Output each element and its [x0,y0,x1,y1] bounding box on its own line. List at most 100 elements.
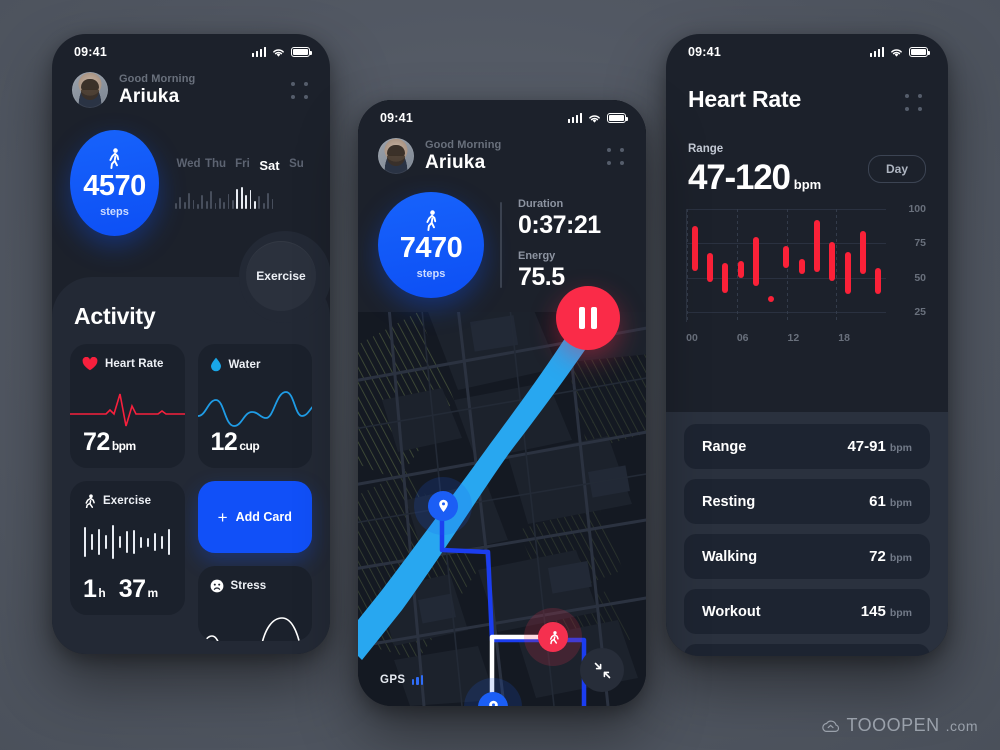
map-marker-start[interactable] [428,491,458,521]
list-item-value: 145 bpm [860,603,912,620]
grid-dots-icon[interactable] [905,94,922,111]
status-bar: 09:41 [666,34,948,64]
greeting-header: Good Morning Ariuka [52,64,330,108]
list-item-unit: bpm [889,442,912,454]
avatar[interactable] [378,138,414,174]
signal-strength-icon [411,675,423,685]
collapse-button[interactable] [580,648,624,692]
weekday-bar [267,192,269,209]
weekday-chart[interactable]: Wed Thu Fri Sat Su [159,158,310,209]
greeting-header: Good Morning Ariuka [358,130,646,174]
list-item-label: Workout [702,603,761,620]
divider [500,202,502,288]
heart-rate-chart[interactable]: 25 50 75 100 00 06 12 18 [686,203,926,344]
exercise-bar [91,534,93,550]
weekday-bar [210,190,212,209]
chart-bar [691,225,698,271]
chart-bar [859,231,866,274]
wifi-icon [273,48,284,57]
heart-icon [82,357,98,371]
map-header: 09:41 Good Morning Ariuka 7470 steps Dur… [358,100,646,312]
chart-bar [798,258,805,274]
walking-person-icon [106,148,123,169]
period-day-button[interactable]: Day [867,155,926,183]
signal-icon [567,113,582,123]
steps-ring[interactable]: 4570 steps [70,130,159,236]
battery-icon [909,47,930,57]
user-name: Ariuka [119,85,180,107]
card-heart-rate[interactable]: Heart Rate 72 bpm [70,344,185,468]
pause-icon [579,307,585,329]
grid-dots-icon[interactable] [607,147,624,165]
chart-y-tick: 50 [914,271,926,284]
watermark-suffix: .com [945,717,978,734]
list-item[interactable]: Workout 145 bpm [684,589,930,634]
wave-line [198,384,313,432]
exercise-button[interactable]: Exercise [246,241,316,311]
list-item[interactable]: Range 47-91 bpm [684,424,930,469]
chart-x-tick: 18 [838,332,850,344]
exercise-bar [126,531,128,553]
card-stress[interactable]: Stress [197,566,312,641]
page-title: Heart Rate [688,86,802,112]
card-unit: h [98,586,106,600]
exercise-bar [112,525,114,559]
status-time: 09:41 [688,45,721,59]
walking-person-icon [423,210,440,231]
collapse-arrows-icon [594,662,610,678]
avatar[interactable] [72,72,108,108]
list-item-unit: bpm [889,497,912,509]
list-item[interactable]: Sleep47-73bpm [684,644,930,656]
card-number: 12 [210,428,238,456]
range-number: 47-120 [688,158,791,197]
bar-lines [82,520,173,564]
weekday-bar [183,201,186,209]
list-item[interactable]: Walking 72 bpm [684,534,930,579]
weekday-bar [223,201,226,209]
location-pin-icon [488,700,498,706]
list-item-label: Resting [702,493,756,510]
user-name: Ariuka [425,151,486,173]
card-exercise[interactable]: Exercise 1h 37 m [70,481,185,615]
signal-icon [869,47,884,57]
list-item-unit: bpm [889,552,912,564]
exercise-bar [105,535,107,549]
weekday-bar [196,203,199,209]
status-bar: 09:41 [358,100,646,130]
plus-icon: + [217,507,228,527]
card-water[interactable]: Water 12 cup [197,344,313,468]
list-item[interactable]: Resting 61 bpm [684,479,930,524]
weekday-bar [258,195,261,209]
chart-bar [829,242,836,281]
chart-y-tick: 25 [914,306,926,319]
pause-button[interactable] [556,286,620,350]
grid-dots-icon[interactable] [291,81,308,99]
exercise-bar [84,527,86,557]
status-icons [869,47,930,58]
chart-bar [706,253,713,283]
running-person-icon [549,630,559,644]
weekday-thu: Thu [204,157,227,170]
workout-stats: Duration 0:37:21 Energy 75.5 [518,198,601,292]
weekday-bar [240,186,243,209]
weekday-bar [218,197,221,209]
range-unit: bpm [793,177,822,192]
card-number-2: 37 [118,575,146,603]
chart-bar [752,236,759,287]
weekday-bar [245,194,248,209]
exercise-bar [154,533,156,551]
list-item-value: 47-91 bpm [847,438,912,455]
chart-bar [875,268,882,295]
map-marker-runner[interactable] [538,622,568,652]
exercise-bar [133,530,135,554]
weekday-bar [175,202,177,209]
add-card-button[interactable]: + Add Card [197,481,312,553]
status-icons [567,113,628,124]
water-drop-icon [210,357,221,372]
weekday-bar [232,199,234,209]
card-title: Exercise [103,495,152,507]
weekday-bar [201,194,204,209]
steps-ring[interactable]: 7470 steps [378,192,484,298]
phone-screen-heart-rate: 09:41 Heart Rate Range 47-120 bpm Day 25… [666,34,948,656]
status-icons [251,47,312,58]
